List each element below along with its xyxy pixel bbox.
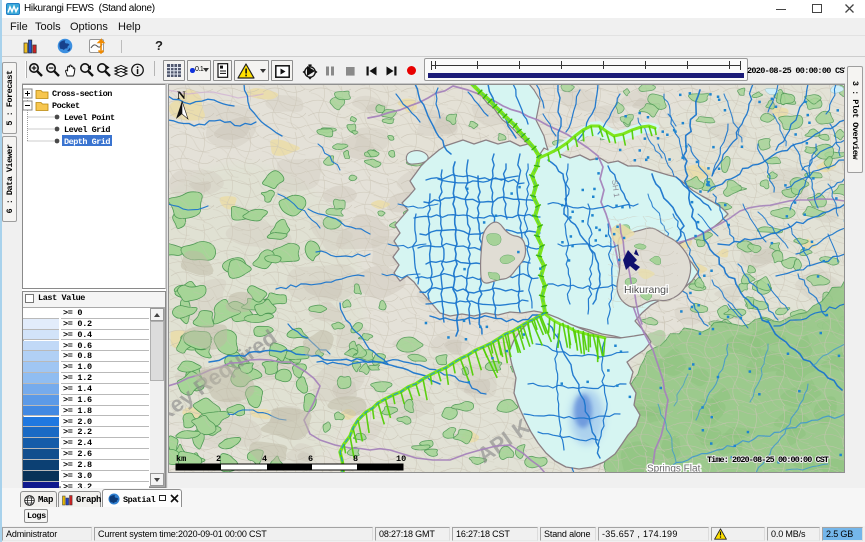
svg-text:Hikurangi: Hikurangi: [624, 284, 668, 296]
svg-text:2: 2: [216, 454, 221, 464]
svg-text:N: N: [177, 88, 186, 102]
svg-text:10: 10: [396, 454, 406, 464]
svg-text:km: km: [176, 454, 186, 464]
svg-text:4: 4: [262, 454, 267, 464]
svg-text:Time: 2020-08-25 00:00:00 CST: Time: 2020-08-25 00:00:00 CST: [707, 455, 829, 465]
svg-text:6: 6: [308, 454, 313, 464]
svg-text:8: 8: [353, 454, 358, 464]
svg-text:Springs Flat: Springs Flat: [647, 464, 701, 474]
